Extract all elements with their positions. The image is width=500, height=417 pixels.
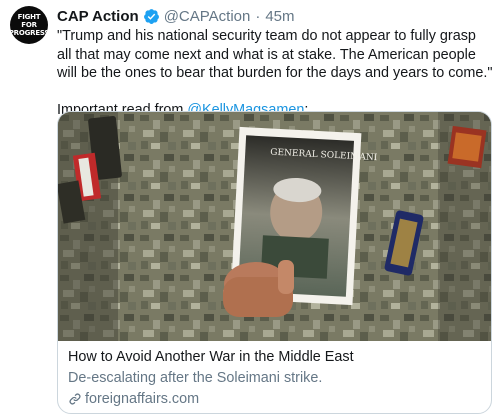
tweet[interactable]: FIGHT FOR PROGRESS CAP Action @CAPAction… — [0, 0, 500, 417]
card-domain-text[interactable]: foreignaffairs.com — [85, 390, 199, 408]
tweet-text: "Trump and his national security team do… — [57, 27, 493, 119]
timestamp[interactable]: 45m — [265, 8, 294, 25]
card-image[interactable]: GENERAL SOLEIMANI — [58, 112, 491, 341]
tweet-quote: "Trump and his national security team do… — [57, 28, 493, 81]
separator-dot: · — [255, 7, 261, 25]
card-body[interactable]: How to Avoid Another War in the Middle E… — [68, 348, 483, 408]
verified-badge-icon — [143, 8, 160, 25]
avatar-text-line2: PROGRESS — [10, 29, 48, 37]
holding-hand — [223, 260, 294, 317]
right-shoulder-patch — [447, 125, 487, 169]
avatar-text-line1: FIGHT FOR — [17, 13, 41, 29]
card-description: De-escalating after the Soleimani strike… — [68, 370, 323, 386]
user-handle[interactable]: @CAPAction — [164, 8, 251, 25]
link-card[interactable]: GENERAL SOLEIMANI How to Avoid Another W… — [57, 111, 492, 414]
card-domain[interactable]: foreignaffairs.com — [68, 390, 483, 408]
link-icon — [68, 392, 82, 406]
avatar[interactable]: FIGHT FOR PROGRESS — [10, 6, 48, 44]
card-title[interactable]: How to Avoid Another War in the Middle E… — [68, 348, 483, 366]
display-name[interactable]: CAP Action — [57, 8, 139, 25]
tweet-header: CAP Action @CAPAction · 45m — [57, 6, 295, 26]
